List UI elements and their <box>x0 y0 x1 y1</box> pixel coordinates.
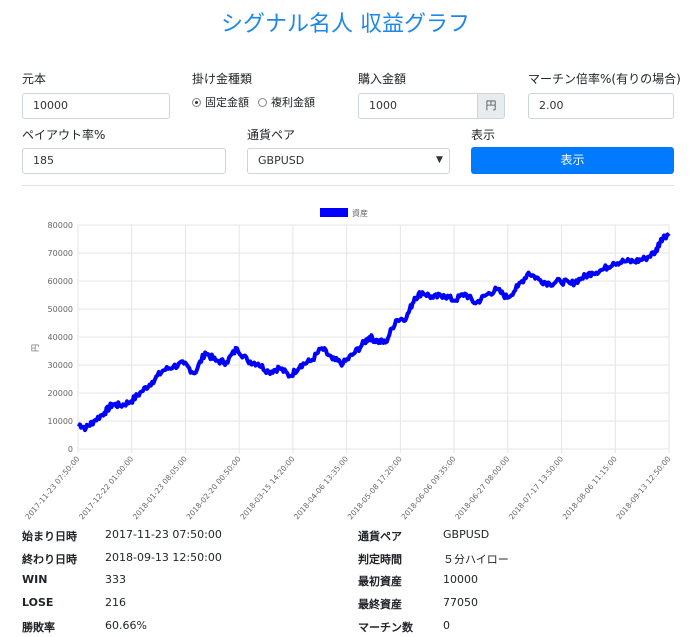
x-tick-label: 2018-07-17 13:50:00 <box>507 454 565 520</box>
y-tick-label: 80000 <box>48 221 73 230</box>
pair-select[interactable]: GBPUSD <box>247 148 450 174</box>
radio-checked-icon <box>192 97 201 107</box>
x-tick-label: 2018-04-06 13:35:00 <box>292 454 350 520</box>
bet-fixed-label: 固定金額 <box>205 96 249 109</box>
x-axis: 2017-11-23 07:50:002017-12-22 01:00:0020… <box>23 454 672 520</box>
page-title: シグナル名人 収益グラフ <box>221 12 470 37</box>
summary-value: ５分ハイロー <box>443 553 509 566</box>
x-tick-label: 2018-02-20 00:50:00 <box>185 454 243 520</box>
capital-input[interactable]: 10000 <box>22 93 170 119</box>
x-tick-label: 2018-06-27 08:00:00 <box>453 454 511 520</box>
x-tick-label: 2017-12-22 01:00:00 <box>77 454 135 520</box>
purchase-label: 購入金額 <box>358 72 407 86</box>
x-tick-label: 2017-11-23 07:50:00 <box>23 454 81 520</box>
summary-key: 始まり日時 <box>22 530 77 543</box>
y-tick-label: 30000 <box>48 361 73 370</box>
martingale-label: マーチン倍率%(有りの場合) <box>528 72 681 86</box>
x-tick-label: 2018-06-06 09:35:00 <box>400 454 458 520</box>
y-tick-label: 0 <box>68 445 73 454</box>
bet-fixed-radio[interactable]: 固定金額 <box>192 94 249 110</box>
purchase-unit: 円 <box>478 93 505 119</box>
y-tick-label: 10000 <box>48 417 73 426</box>
legend-label: 資産 <box>352 208 368 218</box>
summary-value: 2018-09-13 12:50:00 <box>105 551 222 564</box>
chevron-down-icon: ▼ <box>436 155 443 165</box>
y-axis-label: 円 <box>31 344 40 352</box>
summary-value: 77050 <box>443 596 478 609</box>
bet-compound-label: 複利金額 <box>271 96 315 109</box>
summary-key: 勝敗率 <box>22 621 55 634</box>
bet-type-label: 掛け金種類 <box>192 72 253 86</box>
summary-key: 終わり日時 <box>22 553 77 566</box>
y-tick-label: 50000 <box>48 305 73 314</box>
pair-label: 通貨ペア <box>247 128 296 142</box>
balance-chart: 0 10000 20000 30000 40000 50000 60000 70000 8000… <box>23 208 673 520</box>
purchase-input[interactable]: 1000 <box>358 93 478 119</box>
summary-key: 通貨ペア <box>358 530 402 543</box>
balance-series-line <box>76 232 671 433</box>
summary-value: 333 <box>105 573 126 586</box>
divider <box>22 185 674 186</box>
legend-swatch <box>320 208 348 217</box>
summary-key: LOSE <box>22 596 54 609</box>
payout-label: ペイアウト率% <box>22 128 106 142</box>
summary-key: マーチン数 <box>358 621 413 634</box>
summary-key: 判定時間 <box>358 553 402 566</box>
x-tick-label: 2018-05-08 17:20:00 <box>346 454 404 520</box>
summary-value: 10000 <box>443 573 478 586</box>
display-label: 表示 <box>471 128 496 142</box>
bet-compound-radio[interactable]: 複利金額 <box>258 94 315 110</box>
radio-unchecked-icon <box>258 97 267 107</box>
martingale-input[interactable]: 2.00 <box>528 93 674 119</box>
x-tick-label: 2018-03-15 14:20:00 <box>238 454 296 520</box>
summary-key: 最終資産 <box>358 598 402 611</box>
summary-value: 0 <box>443 619 450 632</box>
x-tick-label: 2018-08-06 11:15:00 <box>561 454 619 520</box>
payout-input[interactable]: 185 <box>22 148 226 174</box>
summary-value: 2017-11-23 07:50:00 <box>105 528 222 541</box>
capital-label: 元本 <box>22 72 47 86</box>
summary-key: WIN <box>22 573 48 586</box>
y-tick-label: 70000 <box>48 249 73 258</box>
x-tick-label: 2018-09-13 12:50:00 <box>614 454 672 520</box>
y-axis: 0 10000 20000 30000 40000 50000 60000 70000 8000… <box>48 221 73 454</box>
summary-value: 216 <box>105 596 126 609</box>
y-tick-label: 40000 <box>48 333 73 342</box>
summary-key: 最初資産 <box>358 575 402 588</box>
summary-value: GBPUSD <box>443 528 490 541</box>
x-tick-label: 2018-01-23 08:05:00 <box>131 454 189 520</box>
display-button[interactable]: 表示 <box>471 147 674 174</box>
y-tick-label: 20000 <box>48 389 73 398</box>
summary-value: 60.66% <box>105 619 147 632</box>
pair-select-value: GBPUSD <box>258 154 305 167</box>
y-tick-label: 60000 <box>48 277 73 286</box>
